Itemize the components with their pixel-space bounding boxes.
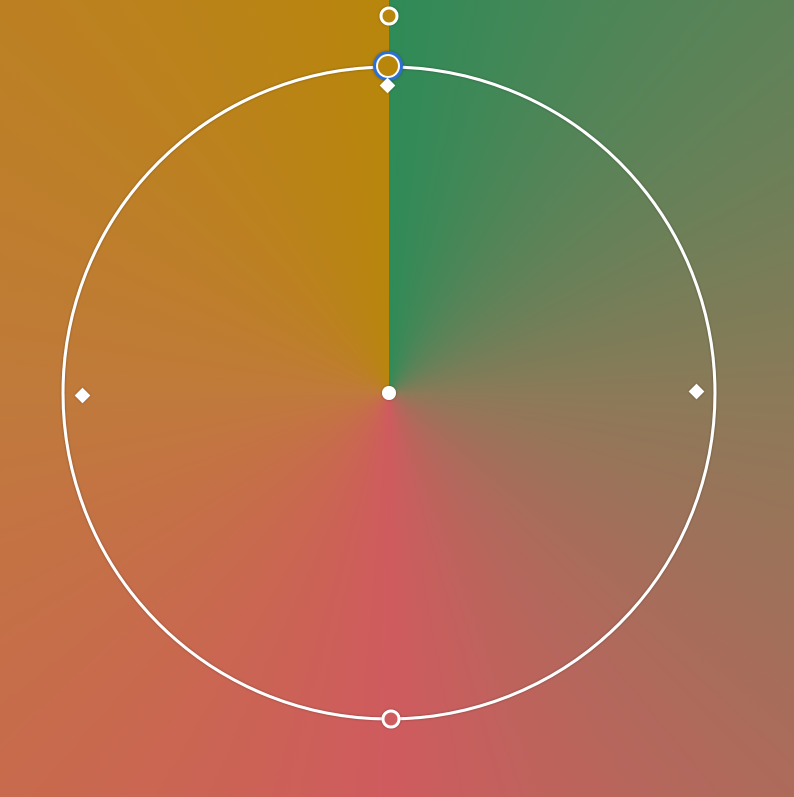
gradient-canvas[interactable] bbox=[0, 0, 794, 797]
gradient-editor-overlay bbox=[61, 6, 717, 729]
left-diamond-handle-icon[interactable] bbox=[74, 387, 91, 404]
center-point-icon[interactable] bbox=[382, 386, 396, 400]
selected-color-stop-icon[interactable] bbox=[373, 51, 403, 81]
right-diamond-handle-icon[interactable] bbox=[688, 383, 705, 400]
angle-circle-handle-icon[interactable] bbox=[379, 6, 399, 26]
bottom-circle-handle-icon[interactable] bbox=[381, 709, 401, 729]
